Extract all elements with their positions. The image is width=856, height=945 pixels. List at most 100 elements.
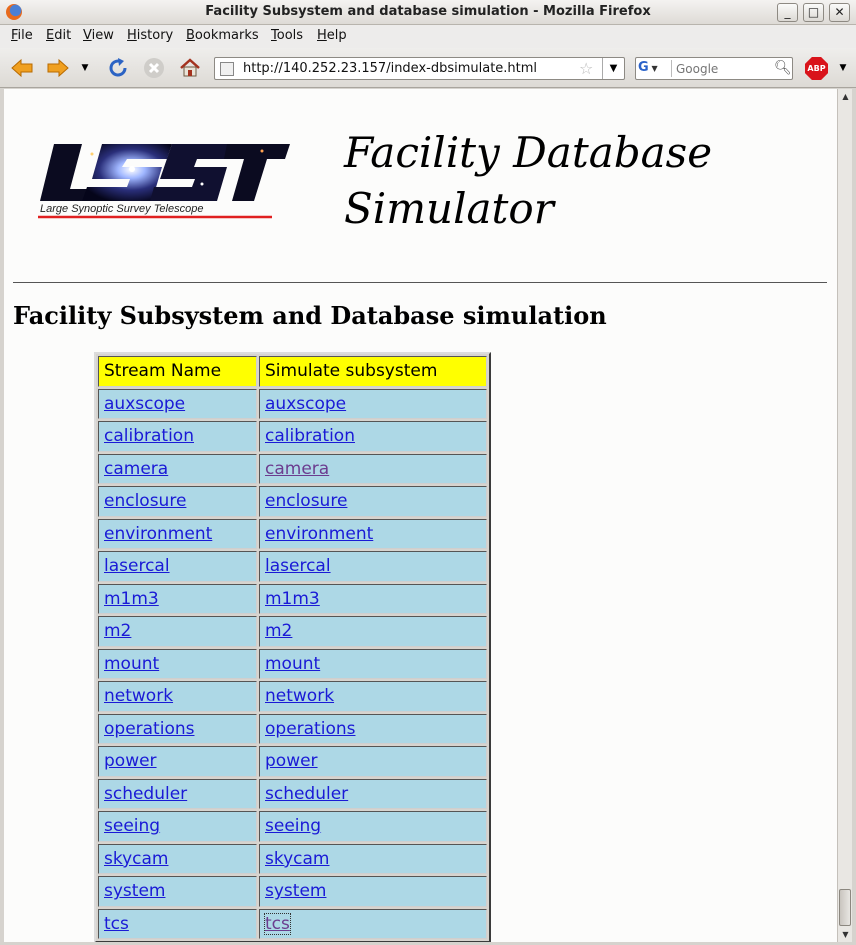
toolbar-menu-dropdown-icon[interactable]: ▼ xyxy=(836,56,850,80)
simulate-link[interactable]: lasercal xyxy=(265,556,331,576)
simulate-subsystem-cell: lasercal xyxy=(259,551,487,582)
table-row: skycam skycam xyxy=(98,843,487,874)
table-row: environment environment xyxy=(98,518,487,549)
bookmark-star-icon[interactable]: ☆ xyxy=(579,59,593,78)
menu-history[interactable]: History xyxy=(127,28,173,43)
stream-link[interactable]: enclosure xyxy=(104,491,186,511)
simulate-link[interactable]: tcs xyxy=(264,912,291,935)
simulate-link[interactable]: auxscope xyxy=(265,394,346,414)
simulate-link[interactable]: calibration xyxy=(265,426,355,446)
simulate-link[interactable]: camera xyxy=(265,459,329,479)
simulate-subsystem-cell: tcs xyxy=(259,908,487,939)
search-input[interactable] xyxy=(676,60,772,77)
stream-link[interactable]: seeing xyxy=(104,816,160,836)
menu-file[interactable]: File xyxy=(11,28,33,43)
stream-link[interactable]: auxscope xyxy=(104,394,185,414)
simulate-link[interactable]: m1m3 xyxy=(265,589,320,609)
scroll-down-icon[interactable]: ▼ xyxy=(838,927,853,942)
stream-link[interactable]: tcs xyxy=(104,914,129,934)
simulate-link[interactable]: power xyxy=(265,751,318,771)
simulate-link[interactable]: environment xyxy=(265,524,373,544)
simulate-subsystem-cell: seeing xyxy=(259,811,487,842)
stream-link[interactable]: operations xyxy=(104,719,194,739)
table-header-row: Stream Name Simulate subsystem xyxy=(98,356,487,387)
page-viewport: Large Synoptic Survey Telescope Facility… xyxy=(4,89,837,942)
page-title: Facility Database Simulator xyxy=(344,128,713,233)
table-row: operations operations xyxy=(98,713,487,744)
simulate-link[interactable]: mount xyxy=(265,654,320,674)
simulate-link[interactable]: seeing xyxy=(265,816,321,836)
stream-link[interactable]: network xyxy=(104,686,173,706)
subsystem-table: Stream Name Simulate subsystem auxscope a… xyxy=(94,352,491,942)
stream-link[interactable]: skycam xyxy=(104,849,168,869)
simulate-subsystem-cell: scheduler xyxy=(259,778,487,809)
back-arrow-icon[interactable] xyxy=(10,56,34,80)
close-button[interactable]: ✕ xyxy=(829,3,850,22)
stream-name-cell: seeing xyxy=(98,811,257,842)
stream-link[interactable]: system xyxy=(104,881,165,901)
simulate-link[interactable]: enclosure xyxy=(265,491,347,511)
scroll-up-icon[interactable]: ▲ xyxy=(838,89,853,104)
table-row: m1m3 m1m3 xyxy=(98,583,487,614)
vertical-scrollbar[interactable]: ▲ ▼ xyxy=(837,89,852,942)
stream-link[interactable]: environment xyxy=(104,524,212,544)
table-row: scheduler scheduler xyxy=(98,778,487,809)
simulate-link[interactable]: system xyxy=(265,881,326,901)
stream-name-cell: tcs xyxy=(98,908,257,939)
menu-help[interactable]: Help xyxy=(317,28,347,43)
stream-link[interactable]: camera xyxy=(104,459,168,479)
stream-name-cell: scheduler xyxy=(98,778,257,809)
scrollbar-thumb[interactable] xyxy=(839,889,851,926)
stream-link[interactable]: scheduler xyxy=(104,784,187,804)
table-row: tcs tcs xyxy=(98,908,487,939)
table-row: calibration calibration xyxy=(98,421,487,452)
home-icon[interactable] xyxy=(178,56,202,80)
stream-name-cell: lasercal xyxy=(98,551,257,582)
stream-name-cell: camera xyxy=(98,453,257,484)
menu-tools[interactable]: Tools xyxy=(271,28,303,43)
stream-link[interactable]: m2 xyxy=(104,621,131,641)
divider xyxy=(13,282,827,283)
simulate-link[interactable]: operations xyxy=(265,719,355,739)
search-magnifier-icon[interactable]: 🔍︎ xyxy=(774,60,792,76)
table-row: auxscope auxscope xyxy=(98,388,487,419)
stream-link[interactable]: lasercal xyxy=(104,556,170,576)
simulate-link[interactable]: network xyxy=(265,686,334,706)
address-bar[interactable]: http://140.252.23.157/index-dbsimulate.h… xyxy=(214,57,625,80)
menu-bookmarks[interactable]: Bookmarks xyxy=(186,28,259,43)
stream-link[interactable]: m1m3 xyxy=(104,589,159,609)
minimize-button[interactable]: _ xyxy=(777,3,798,22)
url-text[interactable]: http://140.252.23.157/index-dbsimulate.h… xyxy=(243,61,537,76)
reload-icon[interactable] xyxy=(106,56,130,80)
adblock-icon[interactable]: ABP xyxy=(805,57,828,80)
table-row: m2 m2 xyxy=(98,616,487,647)
forward-arrow-icon[interactable] xyxy=(46,56,70,80)
header-simulate-subsystem: Simulate subsystem xyxy=(259,356,487,387)
simulate-link[interactable]: scheduler xyxy=(265,784,348,804)
table-row: camera camera xyxy=(98,453,487,484)
history-dropdown-icon[interactable]: ▼ xyxy=(78,56,92,80)
simulate-link[interactable]: m2 xyxy=(265,621,292,641)
simulate-subsystem-cell: operations xyxy=(259,713,487,744)
simulate-subsystem-cell: system xyxy=(259,876,487,907)
stream-link[interactable]: calibration xyxy=(104,426,194,446)
stop-icon[interactable] xyxy=(142,56,166,80)
simulate-subsystem-cell: mount xyxy=(259,648,487,679)
simulate-subsystem-cell: m2 xyxy=(259,616,487,647)
url-dropdown-icon[interactable]: ▼ xyxy=(602,58,624,79)
simulate-link[interactable]: skycam xyxy=(265,849,329,869)
simulate-subsystem-cell: enclosure xyxy=(259,486,487,517)
header-stream-name: Stream Name xyxy=(98,356,257,387)
menu-view[interactable]: View xyxy=(83,28,114,43)
window-title: Facility Subsystem and database simulati… xyxy=(205,4,651,19)
stream-link[interactable]: mount xyxy=(104,654,159,674)
maximize-button[interactable]: □ xyxy=(803,3,824,22)
stream-name-cell: network xyxy=(98,681,257,712)
stream-name-cell: m2 xyxy=(98,616,257,647)
stream-link[interactable]: power xyxy=(104,751,157,771)
search-engine-icon[interactable]: G ▼ xyxy=(638,60,672,77)
simulate-subsystem-cell: environment xyxy=(259,518,487,549)
simulate-subsystem-cell: camera xyxy=(259,453,487,484)
menu-edit[interactable]: Edit xyxy=(46,28,71,43)
search-bar[interactable]: G ▼ 🔍︎ xyxy=(635,57,793,80)
